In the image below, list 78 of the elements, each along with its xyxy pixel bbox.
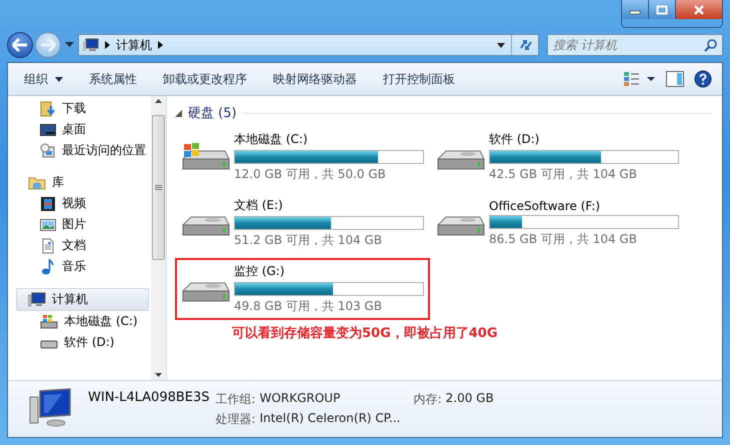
search-field[interactable]: 搜索 计算机 <box>547 34 723 56</box>
annotation-text: 可以看到存储容量变为50G，即被占用了40G <box>232 324 499 342</box>
drive-name: 文档 (E:) <box>234 197 284 214</box>
computer-icon <box>83 38 99 52</box>
navigation-item[interactable]: 软件 (D:) <box>8 332 151 353</box>
drive-tile[interactable]: 本地磁盘 (C:) 12.0 GB 可用，共 50.0 GB <box>175 126 430 188</box>
scroll-up-arrow-icon[interactable] <box>155 99 162 103</box>
drive-name: 本地磁盘 (C:) <box>234 131 309 148</box>
drive-name: 软件 (D:) <box>489 131 540 148</box>
desktop-icon <box>40 122 56 138</box>
navigation-item[interactable]: 图片 <box>8 214 151 235</box>
breadcrumb[interactable]: 计算机 <box>116 36 152 54</box>
computer-name: WIN-L4LA098BE3S <box>88 390 210 405</box>
refresh-icon[interactable] <box>518 38 534 52</box>
film-icon <box>40 196 56 212</box>
system-drive-icon <box>40 314 58 330</box>
free-space-text: 42.5 GB 可用，共 104 GB <box>489 166 638 183</box>
picture-icon <box>40 216 56 232</box>
navigation-item[interactable]: 本地磁盘 (C:) <box>8 311 151 332</box>
navigation-item[interactable]: 计算机 <box>16 288 149 311</box>
navigation-item[interactable]: 桌面 <box>8 119 151 140</box>
toolbar-button[interactable]: 系统属性 <box>81 68 145 90</box>
detail-label: 工作组: <box>216 391 256 408</box>
free-space-text: 12.0 GB 可用，共 50.0 GB <box>234 166 387 183</box>
drive-tile[interactable]: 软件 (D:) 42.5 GB 可用，共 104 GB <box>430 126 685 188</box>
minimize-button[interactable] <box>622 0 649 19</box>
toolbar-button[interactable]: 映射网络驱动器 <box>265 68 365 90</box>
forward-arrow-icon <box>39 38 57 52</box>
detail-label: 处理器: <box>216 411 256 428</box>
address-bar[interactable]: 计算机 <box>78 34 539 56</box>
section-title: 硬盘 (5) <box>188 105 237 122</box>
close-button[interactable] <box>676 0 722 19</box>
document-icon <box>40 238 56 254</box>
navigation-item[interactable]: 音乐 <box>8 256 151 277</box>
back-button[interactable] <box>7 32 33 58</box>
navigation-item[interactable]: 文档 <box>8 235 151 256</box>
grip-icon <box>155 184 162 190</box>
computer-icon <box>28 387 72 427</box>
close-icon <box>693 4 705 14</box>
navigation-item[interactable]: 最近访问的位置 <box>8 140 151 161</box>
recent-places-icon <box>40 142 56 158</box>
search-icon[interactable] <box>704 39 717 52</box>
breadcrumb-arrow-icon[interactable] <box>158 41 163 49</box>
scrollbar[interactable] <box>151 96 166 380</box>
history-dropdown-icon[interactable] <box>65 42 74 48</box>
computer-icon <box>28 292 46 307</box>
drive-tile[interactable]: 监控 (G:) 49.8 GB 可用，共 103 GB <box>175 258 430 320</box>
breadcrumb-arrow-icon[interactable] <box>105 41 110 49</box>
maximize-icon <box>656 4 668 14</box>
drive-tile[interactable]: OfficeSoftware (F:) 86.5 GB 可用，共 104 GB <box>430 192 685 254</box>
navigation-item[interactable]: 下载 <box>8 98 151 119</box>
scroll-down-arrow-icon[interactable] <box>155 373 162 377</box>
drive-tile[interactable]: 文档 (E:) 51.2 GB 可用，共 104 GB <box>175 192 430 254</box>
detail-value: Intel(R) Celeron(R) CP... <box>260 411 402 427</box>
caret-icon <box>55 76 63 82</box>
music-note-icon <box>40 258 56 274</box>
navigation-item[interactable]: 视频 <box>8 193 151 214</box>
detail-value: WORKGROUP <box>260 391 342 407</box>
toolbar-button[interactable]: 打开控制面板 <box>375 68 463 90</box>
detail-value: 2.00 GB <box>446 391 494 407</box>
back-arrow-icon <box>11 38 29 52</box>
navigation-item[interactable]: 库 <box>8 172 151 193</box>
view-options-icon[interactable] <box>624 71 656 87</box>
collapse-arrow-icon[interactable] <box>175 110 182 116</box>
free-space-text: 49.8 GB 可用，共 103 GB <box>234 298 383 315</box>
toolbar-button[interactable]: 卸载或更改程序 <box>155 68 255 90</box>
help-icon[interactable] <box>694 70 712 88</box>
dropdown-icon[interactable] <box>497 42 505 48</box>
preview-pane-icon[interactable] <box>666 71 684 87</box>
toolbar-button[interactable]: 组织 <box>16 68 71 90</box>
drive-name: OfficeSoftware (F:) <box>489 198 602 212</box>
drive-name: 监控 (G:) <box>234 263 286 280</box>
folder-icon <box>28 175 46 190</box>
maximize-button[interactable] <box>649 0 676 19</box>
free-space-text: 51.2 GB 可用，共 104 GB <box>234 232 383 249</box>
free-space-text: 86.5 GB 可用，共 104 GB <box>489 230 638 248</box>
detail-label: 内存: <box>414 391 442 408</box>
download-folder-icon <box>40 100 56 116</box>
